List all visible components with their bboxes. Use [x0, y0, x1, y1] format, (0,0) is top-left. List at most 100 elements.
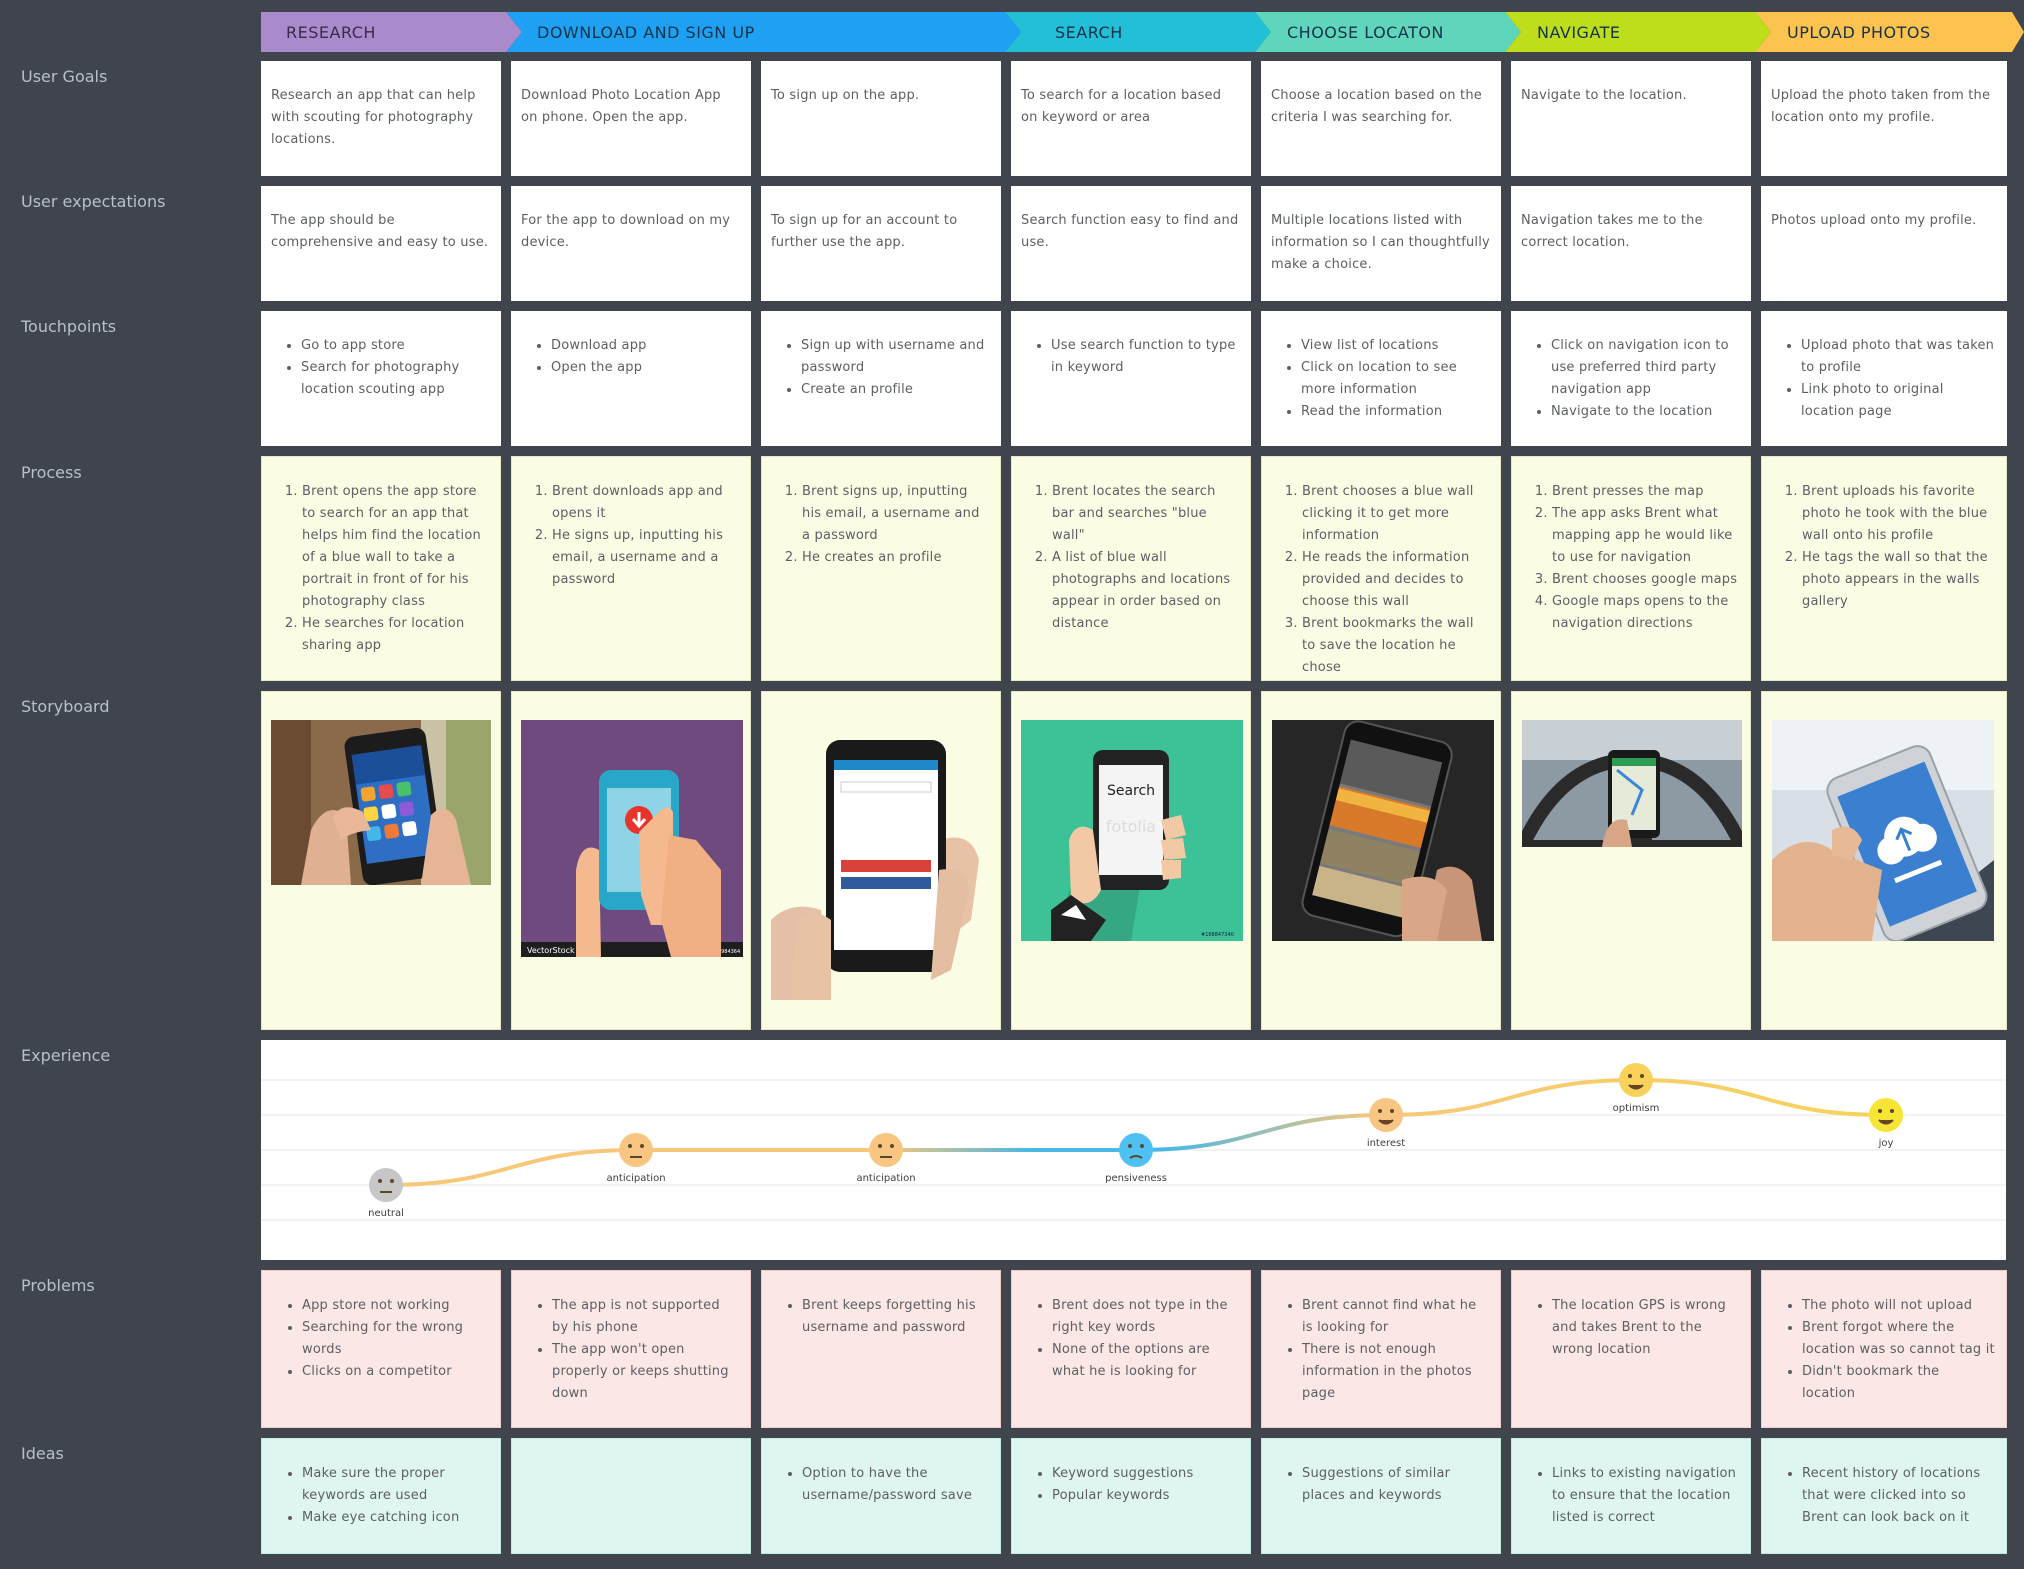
process-cell: Brent presses the mapThe app asks Brent … [1511, 456, 1751, 681]
list-item: Popular keywords [1052, 1485, 1240, 1507]
phase-label: NAVIGATE [1537, 23, 1621, 42]
list-item: He signs up, inputting his email, a user… [552, 525, 740, 591]
user-expectations-text: Navigation takes me to the correct locat… [1521, 213, 1703, 250]
touchpoints-cell: Click on navigation icon to use preferre… [1511, 311, 1751, 446]
list-item: Search for photography location scouting… [301, 357, 491, 401]
list-item: Brent downloads app and opens it [552, 481, 740, 525]
list-item: The location GPS is wrong and takes Bren… [1552, 1295, 1740, 1361]
list-item: Brent bookmarks the wall to save the loc… [1302, 613, 1490, 679]
list-item: Option to have the username/password sav… [802, 1463, 990, 1507]
user-goals-text: To sign up on the app. [771, 88, 920, 103]
user-expectations-text: For the app to download on my device. [521, 213, 731, 250]
problems-list: The photo will not uploadBrent forgot wh… [1772, 1295, 1996, 1405]
user-expectations-cell: The app should be comprehensive and easy… [261, 186, 501, 301]
list-item: Open the app [551, 357, 741, 379]
list-item: Brent locates the search bar and searche… [1052, 481, 1240, 547]
list-item: Brent signs up, inputting his email, a u… [802, 481, 990, 547]
ideas-cell: Suggestions of similar places and keywor… [1261, 1438, 1501, 1554]
ideas-list: Keyword suggestionsPopular keywords [1022, 1463, 1240, 1507]
list-item: Brent opens the app store to search for … [302, 481, 490, 613]
ideas-cell: Keyword suggestionsPopular keywords [1011, 1438, 1251, 1554]
list-item: Links to existing navigation to ensure t… [1552, 1463, 1740, 1529]
list-item: There is not enough information in the p… [1302, 1339, 1490, 1405]
list-item: A list of blue wall photographs and loca… [1052, 547, 1240, 635]
touchpoints-list: Use search function to type in keyword [1021, 335, 1241, 379]
list-item: Brent chooses a blue wall clicking it to… [1302, 481, 1490, 547]
row-label-ideas: Ideas [21, 1444, 64, 1463]
list-item: Download app [551, 335, 741, 357]
touchpoints-list: Go to app storeSearch for photography lo… [271, 335, 491, 401]
user-expectations-text: Search function easy to find and use. [1021, 213, 1239, 250]
touchpoints-cell: Go to app storeSearch for photography lo… [261, 311, 501, 446]
problems-cell: The location GPS is wrong and takes Bren… [1511, 1270, 1751, 1428]
emotion-label: anticipation [606, 1173, 665, 1184]
touchpoints-list: View list of locationsClick on location … [1271, 335, 1491, 423]
image-code-text: #168847340 [1201, 932, 1234, 938]
list-item: Brent forgot where the location was so c… [1802, 1317, 1996, 1361]
experience-chart: neutral anticipation anticipation pensivene… [261, 1063, 2006, 1221]
user-expectations-cell: To sign up for an account to further use… [761, 186, 1001, 301]
user-goals-cell: Research an app that can help with scout… [261, 61, 501, 176]
list-item: Searching for the wrong words [302, 1317, 490, 1361]
list-item: Brent cannot find what he is looking for [1302, 1295, 1490, 1339]
problems-list: Brent does not type in the right key wor… [1022, 1295, 1240, 1383]
search-screen-text: Search [1107, 783, 1155, 799]
list-item: None of the options are what he is looki… [1052, 1339, 1240, 1383]
user-expectations-cell: Navigation takes me to the correct locat… [1511, 186, 1751, 301]
user-goals-cell: To sign up on the app. [761, 61, 1001, 176]
phase-label: RESEARCH [286, 23, 376, 42]
smile-face-icon [1369, 1098, 1403, 1132]
list-item: Brent chooses google maps [1552, 569, 1740, 591]
problems-list: Brent keeps forgetting his username and … [772, 1295, 990, 1339]
phase-label: CHOOSE LOCATON [1287, 23, 1444, 42]
list-item: Clicks on a competitor [302, 1361, 490, 1383]
process-cell: Brent signs up, inputting his email, a u… [761, 456, 1001, 681]
problems-list: The location GPS is wrong and takes Bren… [1522, 1295, 1740, 1361]
emotion-label: anticipation [856, 1173, 915, 1184]
problems-cell: App store not workingSearching for the w… [261, 1270, 501, 1428]
list-item: App store not working [302, 1295, 490, 1317]
problems-cell: Brent cannot find what he is looking for… [1261, 1270, 1501, 1428]
ideas-cell: Recent history of locations that were cl… [1761, 1438, 2007, 1554]
list-item: He creates an profile [802, 547, 990, 569]
list-item: He tags the wall so that the photo appea… [1802, 547, 1996, 613]
ideas-cell: Option to have the username/password sav… [761, 1438, 1001, 1554]
emotion-label: interest [1367, 1138, 1405, 1149]
problems-cell: The app is not supported by his phoneThe… [511, 1270, 751, 1428]
process-list: Brent chooses a blue wall clicking it to… [1272, 481, 1490, 679]
list-item: Didn't bookmark the location [1802, 1361, 1996, 1405]
user-expectations-cell: Search function easy to find and use. [1011, 186, 1251, 301]
grin-face-icon [1619, 1063, 1653, 1097]
happy-face-icon [1869, 1098, 1903, 1132]
list-item: Make sure the proper keywords are used [302, 1463, 490, 1507]
process-cell: Brent uploads his favorite photo he took… [1761, 456, 2007, 681]
search-phone-illustration: Search fotolia #168847340 [1021, 720, 1243, 941]
problems-cell: Brent does not type in the right key wor… [1011, 1270, 1251, 1428]
user-goals-text: Download Photo Location App on phone. Op… [521, 88, 721, 125]
ideas-list: Recent history of locations that were cl… [1772, 1463, 1996, 1529]
user-goals-text: Upload the photo taken from the location… [1771, 88, 1991, 125]
ideas-list: Suggestions of similar places and keywor… [1272, 1463, 1490, 1507]
phase-3 [1005, 12, 1271, 52]
touchpoints-cell: Upload photo that was taken to profileLi… [1761, 311, 2007, 446]
ideas-cell [511, 1438, 751, 1554]
process-list: Brent signs up, inputting his email, a u… [772, 481, 990, 569]
phase-arrow [1005, 12, 1271, 52]
list-item: Google maps opens to the navigation dire… [1552, 591, 1740, 635]
ideas-cell: Make sure the proper keywords are usedMa… [261, 1438, 501, 1554]
user-expectations-text: To sign up for an account to further use… [771, 213, 958, 250]
problems-cell: Brent keeps forgetting his username and … [761, 1270, 1001, 1428]
skeptical-face-icon [619, 1133, 653, 1167]
fotolia-watermark: fotolia [1106, 817, 1156, 836]
phase-header-bar: RESEARCH DOWNLOAD AND SIGN UP SEARCH CHOOSE… [261, 12, 2024, 52]
user-expectations-cell: Multiple locations listed with informati… [1261, 186, 1501, 301]
list-item: Brent keeps forgetting his username and … [802, 1295, 990, 1339]
user-goals-text: Navigate to the location. [1521, 88, 1687, 103]
list-item: He reads the information provided and de… [1302, 547, 1490, 613]
user-expectations-cell: Photos upload onto my profile. [1761, 186, 2007, 301]
list-item: He searches for location sharing app [302, 613, 490, 657]
list-item: Brent presses the map [1552, 481, 1740, 503]
ideas-cell: Links to existing navigation to ensure t… [1511, 1438, 1751, 1554]
user-goals-cell: Upload the photo taken from the location… [1761, 61, 2007, 176]
problems-list: App store not workingSearching for the w… [272, 1295, 490, 1383]
